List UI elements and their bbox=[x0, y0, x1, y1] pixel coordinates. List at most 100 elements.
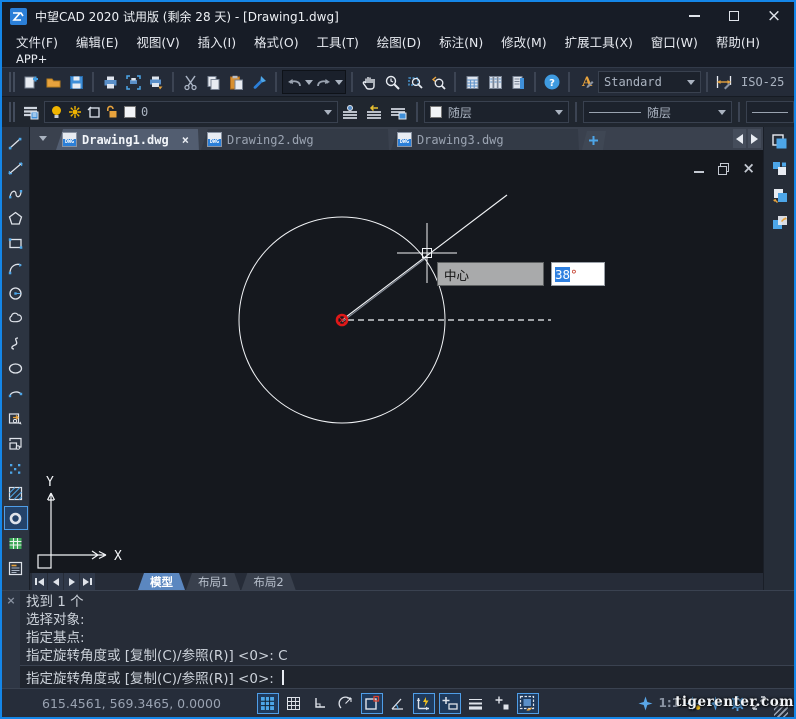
bring-to-front-icon[interactable] bbox=[767, 129, 791, 153]
tool-donut-icon[interactable] bbox=[4, 506, 28, 530]
grid-toggle[interactable] bbox=[257, 693, 279, 714]
text-style-dropdown[interactable]: Standard bbox=[598, 71, 701, 93]
tool-xline-icon[interactable] bbox=[4, 156, 28, 180]
menu-item-app-plus[interactable]: APP+ bbox=[2, 52, 794, 67]
undo-icon[interactable] bbox=[285, 71, 303, 93]
layout-first-button[interactable] bbox=[32, 573, 47, 590]
pan-icon[interactable] bbox=[358, 71, 380, 93]
new-tab-button[interactable] bbox=[582, 131, 606, 150]
paste-icon[interactable] bbox=[225, 71, 247, 93]
tool-make-block-icon[interactable] bbox=[4, 431, 28, 455]
menu-item-help[interactable]: 帮助(H) bbox=[716, 32, 760, 51]
match-properties-icon[interactable] bbox=[248, 71, 270, 93]
tab-scroll-left-button[interactable] bbox=[733, 129, 746, 148]
zoom-realtime-icon[interactable] bbox=[381, 71, 403, 93]
drawing-close-button[interactable]: × bbox=[742, 159, 755, 177]
send-under-objects-icon[interactable] bbox=[767, 210, 791, 234]
angle-input[interactable]: 38° bbox=[551, 262, 605, 286]
menu-item-tools[interactable]: 工具(T) bbox=[317, 32, 359, 51]
layer-dropdown[interactable]: 0 bbox=[44, 101, 338, 123]
command-prompt[interactable]: 指定旋转角度或 [复制(C)/参照(R)] <0>: bbox=[20, 665, 794, 688]
layout-next-button[interactable] bbox=[64, 573, 79, 590]
snap-toggle[interactable] bbox=[283, 693, 305, 714]
toolbar-grip[interactable] bbox=[9, 102, 15, 122]
tool-rectangle-icon[interactable] bbox=[4, 231, 28, 255]
tool-mtext-icon[interactable] bbox=[4, 556, 28, 580]
new-file-icon[interactable] bbox=[19, 71, 41, 93]
tab-drawing1[interactable]: DWG Drawing1.dwg × bbox=[56, 129, 199, 150]
tool-arc-icon[interactable] bbox=[4, 256, 28, 280]
drawing-minimize-button[interactable] bbox=[694, 158, 704, 177]
layer-states-icon[interactable] bbox=[388, 101, 410, 123]
annotation-scale-icon[interactable] bbox=[637, 695, 654, 712]
tool-circle-icon[interactable] bbox=[4, 281, 28, 305]
zoom-window-icon[interactable] bbox=[404, 71, 426, 93]
command-close-icon[interactable]: × bbox=[6, 594, 15, 688]
object-track-toggle[interactable] bbox=[491, 693, 513, 714]
maximize-button[interactable] bbox=[714, 3, 754, 29]
tab-list-dropdown[interactable] bbox=[30, 127, 56, 150]
cut-icon[interactable] bbox=[179, 71, 201, 93]
tool-ellipse-arc-icon[interactable] bbox=[4, 381, 28, 405]
send-to-back-icon[interactable] bbox=[767, 156, 791, 180]
tab-layout2[interactable]: 布局2 bbox=[241, 573, 295, 590]
dim-style-field[interactable]: ISO-25 bbox=[736, 71, 794, 93]
osnap-toggle[interactable] bbox=[361, 693, 383, 714]
tab-close-icon[interactable]: × bbox=[182, 133, 189, 147]
tool-polygon-icon[interactable] bbox=[4, 206, 28, 230]
sheet-set-icon[interactable] bbox=[507, 71, 529, 93]
copy-icon[interactable] bbox=[202, 71, 224, 93]
tool-insert-block-icon[interactable] bbox=[4, 406, 28, 430]
help-icon[interactable]: ? bbox=[541, 71, 563, 93]
dim-style-icon[interactable] bbox=[713, 71, 735, 93]
tool-ellipse-icon[interactable] bbox=[4, 356, 28, 380]
lineweight-toggle[interactable] bbox=[465, 693, 487, 714]
menu-item-window[interactable]: 窗口(W) bbox=[651, 32, 698, 51]
tool-hatch-icon[interactable] bbox=[4, 481, 28, 505]
tool-palettes-icon[interactable] bbox=[484, 71, 506, 93]
tool-revcloud-icon[interactable] bbox=[4, 306, 28, 330]
tab-drawing2[interactable]: DWG Drawing2.dwg bbox=[201, 129, 389, 150]
linetype-dropdown[interactable]: 随层 bbox=[583, 101, 732, 123]
open-file-icon[interactable] bbox=[42, 71, 64, 93]
menu-item-format[interactable]: 格式(O) bbox=[254, 32, 299, 51]
command-window[interactable]: 找到 1 个选择对象:指定基点:指定旋转角度或 [复制(C)/参照(R)] <0… bbox=[20, 591, 794, 688]
redo-dropdown-caret[interactable] bbox=[335, 80, 343, 85]
menu-item-view[interactable]: 视图(V) bbox=[136, 32, 179, 51]
menu-item-modify[interactable]: 修改(M) bbox=[501, 32, 547, 51]
ortho-toggle[interactable] bbox=[309, 693, 331, 714]
print-preview-icon[interactable] bbox=[122, 71, 144, 93]
drawing-canvas[interactable]: Y X 中心 38° × bbox=[30, 150, 763, 573]
layout-last-button[interactable] bbox=[80, 573, 95, 590]
dynamic-ucs-toggle[interactable] bbox=[413, 693, 435, 714]
menu-item-insert[interactable]: 插入(I) bbox=[198, 32, 236, 51]
menu-item-dimension[interactable]: 标注(N) bbox=[439, 32, 483, 51]
properties-icon[interactable] bbox=[461, 71, 483, 93]
viewport-toggle[interactable] bbox=[517, 693, 539, 714]
tab-model[interactable]: 模型 bbox=[138, 573, 185, 590]
plot-icon[interactable] bbox=[145, 71, 167, 93]
layer-manager-icon[interactable] bbox=[20, 101, 42, 123]
make-object-layer-current-icon[interactable] bbox=[340, 101, 362, 123]
color-dropdown[interactable]: 随层 bbox=[424, 101, 569, 123]
redo-icon[interactable] bbox=[315, 71, 333, 93]
layer-previous-icon[interactable] bbox=[364, 101, 386, 123]
undo-dropdown-caret[interactable] bbox=[305, 80, 313, 85]
bring-above-objects-icon[interactable] bbox=[767, 183, 791, 207]
menu-item-edit[interactable]: 编辑(E) bbox=[76, 32, 119, 51]
tool-point-icon[interactable] bbox=[4, 456, 28, 480]
tool-spline-icon[interactable] bbox=[4, 331, 28, 355]
tool-line-icon[interactable] bbox=[4, 131, 28, 155]
polar-toggle[interactable] bbox=[335, 693, 357, 714]
print-icon[interactable] bbox=[99, 71, 121, 93]
text-style-icon[interactable]: A bbox=[575, 71, 597, 93]
minimize-button[interactable] bbox=[674, 3, 714, 29]
drawing-restore-button[interactable] bbox=[718, 163, 728, 173]
menu-item-file[interactable]: 文件(F) bbox=[16, 32, 58, 51]
toolbar-grip[interactable] bbox=[9, 72, 15, 92]
close-button[interactable]: × bbox=[754, 3, 794, 29]
tab-layout1[interactable]: 布局1 bbox=[186, 573, 240, 590]
tool-polyline-icon[interactable] bbox=[4, 181, 28, 205]
save-icon[interactable] bbox=[65, 71, 87, 93]
tab-scroll-right-button[interactable] bbox=[748, 129, 761, 148]
